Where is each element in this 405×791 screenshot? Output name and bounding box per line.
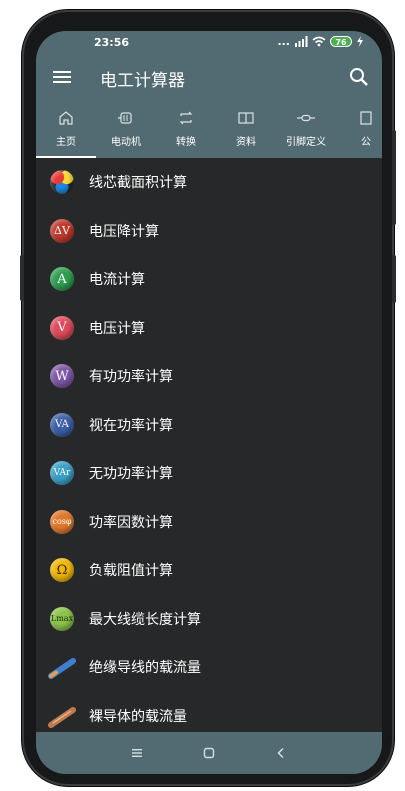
max-length-icon: Lmax <box>50 606 74 631</box>
calculator-list: 线芯截面积计算 ΔV 电压降计算 A 电流计算 V 电压计算 W 有功功率计算 … <box>36 158 382 732</box>
bare-conductor-icon <box>48 706 76 732</box>
list-item-label: 负载阻值计算 <box>89 563 173 580</box>
list-item-voltage-drop[interactable]: ΔV 电压降计算 <box>36 207 382 256</box>
list-item-current[interactable]: A 电流计算 <box>36 255 382 304</box>
motor-icon <box>116 109 136 127</box>
menu-icon[interactable] <box>52 67 72 87</box>
tab-home-label: 主页 <box>56 137 76 148</box>
home-icon <box>56 109 76 127</box>
power-button <box>392 130 396 225</box>
search-icon[interactable] <box>348 66 370 88</box>
list-item-bare-conductor-ampacity[interactable]: 裸导体的载流量 <box>36 692 382 733</box>
status-time: 23:56 <box>94 36 130 49</box>
recent-apps-icon[interactable] <box>129 745 145 761</box>
convert-icon <box>176 109 196 127</box>
list-item-label: 最大线缆长度计算 <box>89 611 201 628</box>
list-item-label: 功率因数计算 <box>89 514 173 531</box>
tab-pinout[interactable]: 引脚定义 <box>276 101 336 158</box>
connector-icon <box>296 109 316 127</box>
tab-home[interactable]: 主页 <box>36 101 96 158</box>
voltage-drop-icon: ΔV <box>50 218 74 243</box>
list-item-active-power[interactable]: W 有功功率计算 <box>36 352 382 401</box>
current-icon: A <box>50 267 74 292</box>
list-item-wire-cross-section[interactable]: 线芯截面积计算 <box>36 158 382 207</box>
home-nav-icon[interactable] <box>201 745 217 761</box>
voltage-icon: V <box>50 315 74 340</box>
tab-convert-label: 转换 <box>176 137 196 148</box>
insulated-wire-icon <box>48 657 76 683</box>
cable-cross-section-icon <box>50 170 74 195</box>
network-activity: ... <box>277 35 290 48</box>
reactive-power-icon: VAr <box>50 461 74 486</box>
volume-button <box>392 255 396 303</box>
tab-formula-label: 公 <box>361 137 371 148</box>
list-item-label: 绝缘导线的载流量 <box>89 660 201 677</box>
wifi-icon <box>312 36 326 47</box>
list-item-label: 电压降计算 <box>89 223 159 240</box>
list-item-label: 视在功率计算 <box>89 417 173 434</box>
app-bar: 电工计算器 <box>36 53 382 101</box>
tab-pinout-label: 引脚定义 <box>286 137 326 148</box>
list-item-label: 裸导体的载流量 <box>89 708 187 725</box>
resistance-icon: Ω <box>50 558 74 583</box>
list-item-insulated-wire-ampacity[interactable]: 绝缘导线的载流量 <box>36 643 382 692</box>
tab-convert[interactable]: 转换 <box>156 101 216 158</box>
status-icons: ... 76 <box>277 35 364 48</box>
battery-icon: 76 <box>330 36 352 47</box>
status-bar: 23:56 ... 76 <box>36 31 382 53</box>
back-icon[interactable] <box>273 745 289 761</box>
book-icon <box>236 109 256 127</box>
formula-icon <box>356 109 376 127</box>
tab-motor-label: 电动机 <box>111 137 141 148</box>
list-item-load-resistance[interactable]: Ω 负载阻值计算 <box>36 546 382 595</box>
signal-icon <box>295 36 308 47</box>
screen: 23:56 ... 76 电工计算器 主页 电动机 转换 资料 引脚定义 公 线… <box>36 31 382 774</box>
apparent-power-icon: VA <box>50 412 74 437</box>
list-item-reactive-power[interactable]: VAr 无功功率计算 <box>36 449 382 498</box>
list-item-voltage[interactable]: V 电压计算 <box>36 304 382 353</box>
tab-motor[interactable]: 电动机 <box>96 101 156 158</box>
list-item-label: 电压计算 <box>89 320 145 337</box>
list-item-label: 无功功率计算 <box>89 466 173 483</box>
tab-data[interactable]: 资料 <box>216 101 276 158</box>
tab-data-label: 资料 <box>236 137 256 148</box>
list-item-label: 电流计算 <box>89 272 145 289</box>
tab-formula[interactable]: 公 <box>336 101 382 158</box>
list-item-apparent-power[interactable]: VA 视在功率计算 <box>36 401 382 450</box>
system-nav-bar <box>36 732 382 774</box>
active-power-icon: W <box>50 364 74 389</box>
charging-icon <box>357 36 363 47</box>
tab-bar: 主页 电动机 转换 资料 引脚定义 公 <box>36 101 382 158</box>
list-item-max-cable-length[interactable]: Lmax 最大线缆长度计算 <box>36 595 382 644</box>
app-title: 电工计算器 <box>100 71 185 91</box>
list-item-label: 线芯截面积计算 <box>89 175 187 192</box>
left-side-button <box>20 255 24 301</box>
list-item-power-factor[interactable]: cosφ 功率因数计算 <box>36 498 382 547</box>
power-factor-icon: cosφ <box>50 509 74 534</box>
list-item-label: 有功功率计算 <box>89 369 173 386</box>
